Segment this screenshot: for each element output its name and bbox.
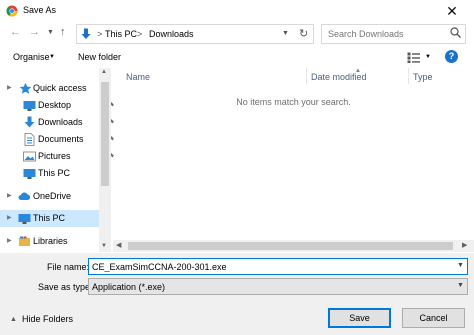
cloud-icon — [18, 192, 31, 200]
computer-icon — [18, 214, 31, 224]
chrome-icon — [6, 5, 18, 17]
scroll-up-icon[interactable]: ▲ — [101, 69, 107, 75]
help-icon[interactable]: ? — [445, 50, 458, 63]
sidebar-item-pictures[interactable]: Pictures — [20, 148, 114, 165]
column-header-type[interactable]: Type — [413, 72, 433, 82]
sidebar-item-label: This PC — [38, 168, 71, 178]
scroll-left-icon[interactable]: ◀ — [116, 241, 121, 249]
chevron-right-icon[interactable]: ▶ — [7, 214, 12, 221]
scroll-right-icon[interactable]: ▶ — [462, 241, 467, 249]
organise-button[interactable]: Organise — [13, 52, 50, 62]
hide-folders-button[interactable]: Hide Folders — [22, 314, 73, 324]
column-divider[interactable] — [306, 68, 307, 84]
sidebar-item-label: OneDrive — [33, 191, 72, 201]
download-folder-icon — [81, 28, 91, 39]
view-options-icon[interactable] — [407, 52, 420, 63]
command-bar — [0, 47, 474, 69]
back-arrow-icon[interactable]: ← — [10, 26, 21, 38]
desktop-icon — [23, 101, 36, 111]
breadcrumb-downloads[interactable]: Downloads — [149, 29, 194, 39]
address-dropdown-chevron-icon[interactable]: ▼ — [282, 30, 289, 37]
new-folder-button[interactable]: New folder — [78, 52, 121, 62]
forward-arrow-icon[interactable]: → — [29, 26, 40, 38]
save-as-type-label: Save as type: — [38, 282, 93, 292]
chevron-up-icon[interactable]: ▲ — [10, 316, 17, 323]
chevron-down-icon[interactable]: ▼ — [425, 54, 431, 60]
sidebar-item-label: Quick access — [33, 83, 87, 93]
chevron-right-icon[interactable]: ▶ — [7, 192, 12, 199]
sidebar-item-label: Downloads — [38, 117, 83, 127]
up-arrow-icon[interactable]: ↑ — [60, 26, 66, 38]
computer-icon — [23, 169, 36, 179]
address-bar[interactable]: > This PC > Downloads ▼ ↻ — [76, 24, 314, 44]
breadcrumb-this-pc[interactable]: This PC — [105, 29, 137, 39]
file-name-dropdown-chevron-icon[interactable]: ▼ — [457, 262, 464, 269]
nav-pane-scrollbar-thumb[interactable] — [101, 82, 109, 186]
sidebar-item-label: Pictures — [38, 151, 71, 161]
sidebar-item-label: Documents — [38, 134, 84, 144]
sidebar-item-desktop[interactable]: Desktop — [20, 97, 114, 114]
sidebar-item-label: Libraries — [33, 236, 68, 246]
save-as-type-select[interactable]: Application (*.exe) — [88, 278, 468, 295]
column-header-date-modified[interactable]: Date modified — [311, 72, 367, 82]
pictures-icon — [23, 151, 36, 162]
column-header-name[interactable]: Name — [126, 72, 150, 82]
horizontal-scrollbar-thumb[interactable] — [128, 242, 453, 250]
chevron-right-icon[interactable]: ▶ — [7, 84, 12, 91]
documents-icon — [24, 133, 35, 146]
sidebar-item-label: Desktop — [38, 100, 72, 110]
title-bar — [0, 0, 474, 22]
search-input[interactable] — [321, 24, 466, 44]
window-title: Save As — [23, 5, 57, 15]
recent-locations-chevron-icon[interactable]: ▼ — [47, 29, 54, 36]
column-divider[interactable] — [408, 68, 409, 84]
chevron-down-icon[interactable]: ▼ — [49, 54, 55, 60]
star-icon — [19, 82, 32, 94]
empty-state-message: No items match your search. — [236, 97, 351, 107]
chevron-right-icon[interactable]: ▶ — [7, 237, 12, 244]
sidebar-item-label: This PC — [33, 213, 66, 223]
file-name-label: File name: — [47, 262, 90, 272]
save-as-type-chevron-icon[interactable]: ▼ — [457, 282, 464, 289]
file-list[interactable] — [113, 68, 474, 240]
file-name-input[interactable] — [88, 258, 468, 275]
breadcrumb-separator-icon: > — [137, 29, 143, 39]
close-icon[interactable]: ✕ — [438, 2, 466, 20]
sidebar-item-documents[interactable]: Documents — [20, 131, 114, 148]
refresh-icon[interactable]: ↻ — [299, 27, 308, 40]
cancel-button[interactable]: Cancel — [402, 308, 465, 328]
scroll-down-icon[interactable]: ▼ — [101, 243, 107, 249]
sidebar-item-downloads[interactable]: Downloads — [20, 114, 114, 131]
search-icon — [450, 27, 461, 38]
breadcrumb-separator-icon: > — [97, 29, 103, 39]
save-as-type-value: Application (*.exe) — [92, 282, 166, 292]
library-icon — [19, 236, 30, 246]
save-button[interactable]: Save — [328, 308, 391, 328]
download-icon — [24, 116, 35, 128]
